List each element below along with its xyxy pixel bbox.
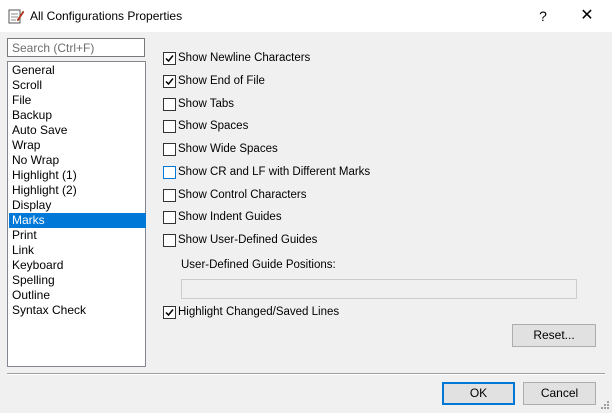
option-checkbox[interactable]	[163, 52, 176, 65]
search-input[interactable]	[8, 39, 146, 56]
option-label: Show CR and LF with Different Marks	[178, 166, 371, 178]
option-checkbox[interactable]	[163, 75, 176, 88]
category-item[interactable]: No Wrap	[9, 153, 146, 168]
category-item[interactable]: Auto Save	[9, 123, 146, 138]
checkmark-icon	[165, 309, 174, 317]
category-item[interactable]: File	[9, 93, 146, 108]
option-label: Show Indent Guides	[178, 211, 282, 223]
category-item[interactable]: General	[9, 63, 146, 78]
reset-button[interactable]: Reset...	[512, 324, 596, 347]
option-label: Show User-Defined Guides	[178, 234, 318, 246]
category-item[interactable]: Display	[9, 198, 146, 213]
category-item[interactable]: Keyboard	[9, 258, 146, 273]
cancel-button[interactable]: Cancel	[523, 382, 596, 405]
category-list[interactable]: General Scroll File Backup Auto Save Wrap No W…	[7, 61, 146, 367]
option-checkbox[interactable]	[163, 166, 176, 179]
window-title: All Configurations Properties	[30, 9, 183, 23]
category-item[interactable]: Scroll	[9, 78, 146, 93]
option-label: Show Tabs	[178, 98, 235, 110]
option-checkbox[interactable]	[163, 120, 176, 133]
option-checkbox[interactable]	[163, 234, 176, 247]
option-checkbox[interactable]	[163, 189, 176, 202]
guide-positions-label: User-Defined Guide Positions:	[181, 259, 336, 271]
highlight-changed-checkbox[interactable]	[163, 306, 176, 319]
title-bar: All Configurations Properties ? ✕	[0, 0, 612, 32]
category-item[interactable]: Highlight (1)	[9, 168, 146, 183]
option-label: Show Newline Characters	[178, 52, 311, 64]
option-label: Show Control Characters	[178, 189, 307, 201]
category-item[interactable]: Link	[9, 243, 146, 258]
resize-grip-icon[interactable]	[598, 400, 610, 412]
search-box[interactable]	[7, 38, 146, 57]
category-item[interactable]: Print	[9, 228, 146, 243]
category-item[interactable]: Wrap	[9, 138, 146, 153]
category-item[interactable]: Spelling	[9, 273, 146, 288]
category-item[interactable]: Syntax Check	[9, 303, 146, 318]
highlight-changed-label: Highlight Changed/Saved Lines	[178, 306, 340, 318]
category-item[interactable]: Backup	[9, 108, 146, 123]
help-button[interactable]: ?	[528, 6, 558, 26]
close-button[interactable]: ✕	[572, 4, 602, 28]
option-checkbox[interactable]	[163, 98, 176, 111]
divider-highlight	[7, 374, 605, 375]
notepad-pencil-icon	[8, 9, 24, 24]
checkmark-icon	[165, 78, 174, 86]
option-label: Show End of File	[178, 75, 265, 87]
checkmark-icon	[165, 55, 174, 63]
ok-button[interactable]: OK	[442, 382, 515, 405]
option-label: Show Spaces	[178, 120, 249, 132]
category-item[interactable]: Outline	[9, 288, 146, 303]
option-checkbox[interactable]	[163, 211, 176, 224]
category-item[interactable]: Marks	[9, 213, 146, 228]
option-label: Show Wide Spaces	[178, 143, 278, 155]
guide-positions-field	[181, 279, 577, 299]
option-checkbox[interactable]	[163, 143, 176, 156]
category-item[interactable]: Highlight (2)	[9, 183, 146, 198]
